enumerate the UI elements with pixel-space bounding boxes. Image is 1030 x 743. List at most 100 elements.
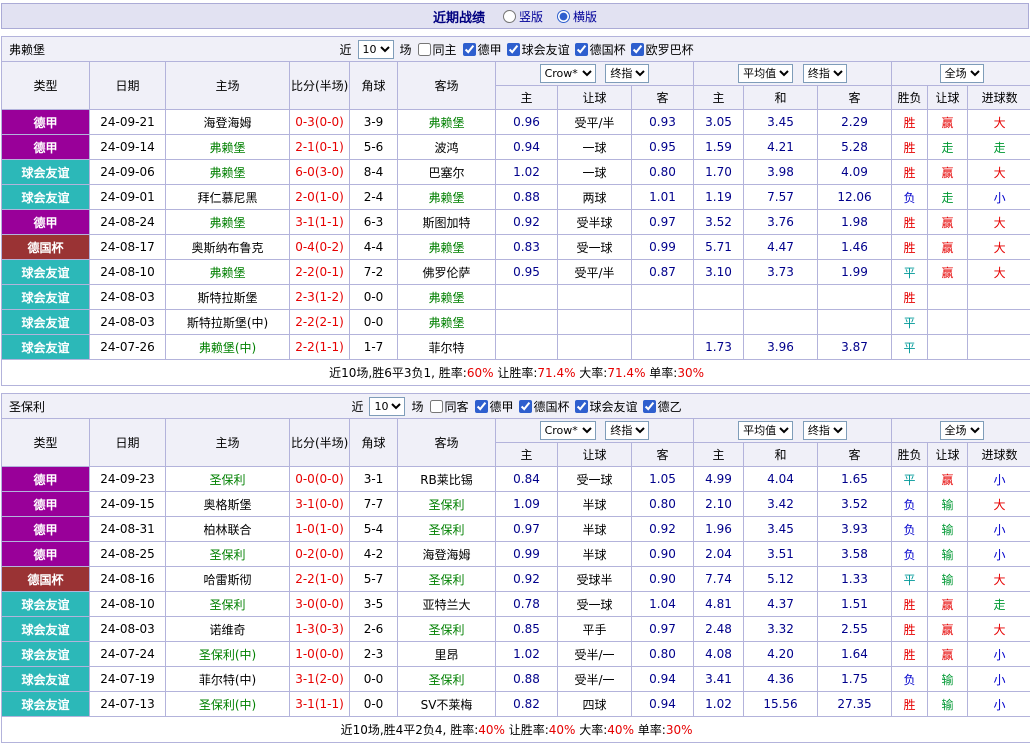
asian-home-odds: 0.99 [496,542,558,567]
home-team[interactable]: 圣保利 [166,467,290,492]
euro-source-select[interactable]: 平均值 [738,64,793,83]
home-team[interactable]: 海登海姆 [166,110,290,135]
league-filter-checkbox[interactable] [463,43,476,56]
away-team[interactable]: RB莱比锡 [398,467,496,492]
league-filter-checkbox[interactable] [631,43,644,56]
result-outcome: 平 [892,567,928,592]
asian-handicap: 平手 [558,617,632,642]
away-team[interactable]: 海登海姆 [398,542,496,567]
asian-stage-select[interactable]: 终指 [605,421,649,440]
home-team[interactable]: 圣保利 [166,592,290,617]
euro-away-odds [818,285,892,310]
home-team[interactable]: 斯特拉斯堡 [166,285,290,310]
summary-stat-value: 30% [666,723,693,737]
asian-handicap: 受球半 [558,567,632,592]
league-filter[interactable]: 德国杯 [519,398,570,415]
league-filter[interactable]: 球会友谊 [507,41,570,58]
home-team[interactable]: 弗赖堡 [166,260,290,285]
away-team[interactable]: 里昂 [398,642,496,667]
away-team[interactable]: 佛罗伦萨 [398,260,496,285]
away-team[interactable]: 圣保利 [398,567,496,592]
away-team[interactable]: 弗赖堡 [398,285,496,310]
bookmaker-select[interactable]: Crow* [540,64,596,83]
match-count-select[interactable]: 10 [358,40,394,59]
view-option-radio[interactable] [503,10,516,23]
home-team[interactable]: 奥格斯堡 [166,492,290,517]
corner-score: 5-6 [350,135,398,160]
col-header-asian-home: 主 [496,443,558,467]
view-option-radio[interactable] [557,10,570,23]
home-team[interactable]: 诺维奇 [166,617,290,642]
away-team[interactable]: 弗赖堡 [398,110,496,135]
asian-handicap: 半球 [558,517,632,542]
away-team[interactable]: 圣保利 [398,517,496,542]
summary-stat-label: 胜率: [450,723,478,737]
league-filter[interactable]: 德国杯 [575,41,626,58]
scope-select[interactable]: 全场 [940,64,984,83]
home-team[interactable]: 拜仁慕尼黑 [166,185,290,210]
asian-stage-select[interactable]: 终指 [605,64,649,83]
league-filter[interactable]: 德甲 [463,41,502,58]
home-team[interactable]: 圣保利(中) [166,692,290,717]
asian-handicap: 受一球 [558,467,632,492]
match-count-select[interactable]: 10 [369,397,405,416]
euro-stage-select[interactable]: 终指 [803,64,847,83]
home-team[interactable]: 弗赖堡 [166,210,290,235]
away-team[interactable]: 圣保利 [398,492,496,517]
same-venue-filter[interactable]: 同主 [418,41,457,58]
same-venue-filter[interactable]: 同客 [430,398,469,415]
euro-source-select[interactable]: 平均值 [738,421,793,440]
league-filter-checkbox[interactable] [475,400,488,413]
home-team[interactable]: 哈雷斯彻 [166,567,290,592]
league-filter-label: 德甲 [490,398,514,415]
league-filter[interactable]: 德甲 [475,398,514,415]
euro-stage-select[interactable]: 终指 [803,421,847,440]
score: 1-0(0-0) [290,642,350,667]
scope-select[interactable]: 全场 [940,421,984,440]
league-filter[interactable]: 球会友谊 [575,398,638,415]
away-team[interactable]: 菲尔特 [398,335,496,360]
asian-away-odds [632,310,694,335]
away-team[interactable]: 弗赖堡 [398,310,496,335]
home-team[interactable]: 奥斯纳布鲁克 [166,235,290,260]
away-team[interactable]: 弗赖堡 [398,185,496,210]
same-venue-checkbox[interactable] [418,43,431,56]
asian-away-odds: 0.99 [632,235,694,260]
home-team[interactable]: 圣保利 [166,542,290,567]
league-filter-checkbox[interactable] [575,400,588,413]
corner-score: 4-2 [350,542,398,567]
corner-score: 0-0 [350,285,398,310]
away-team[interactable]: 亚特兰大 [398,592,496,617]
home-team[interactable]: 圣保利(中) [166,642,290,667]
away-team[interactable]: 巴塞尔 [398,160,496,185]
league-filter-checkbox[interactable] [507,43,520,56]
view-option[interactable]: 竖版 [503,8,543,25]
league-filter-checkbox[interactable] [643,400,656,413]
home-team[interactable]: 弗赖堡 [166,135,290,160]
euro-away-odds: 5.28 [818,135,892,160]
league-filter-checkbox[interactable] [575,43,588,56]
same-venue-checkbox[interactable] [430,400,443,413]
result-outcome: 负 [892,185,928,210]
view-option[interactable]: 横版 [557,8,597,25]
away-team[interactable]: 圣保利 [398,667,496,692]
away-team[interactable]: 圣保利 [398,617,496,642]
home-team[interactable]: 弗赖堡 [166,160,290,185]
away-team[interactable]: 斯图加特 [398,210,496,235]
home-team[interactable]: 弗赖堡(中) [166,335,290,360]
home-team[interactable]: 菲尔特(中) [166,667,290,692]
away-team[interactable]: 波鸿 [398,135,496,160]
league-filter-checkbox[interactable] [519,400,532,413]
away-team[interactable]: SV不莱梅 [398,692,496,717]
league-filter[interactable]: 欧罗巴杯 [631,41,694,58]
result-goals [968,310,1030,335]
col-header-asian-home: 主 [496,86,558,110]
corner-score: 3-5 [350,592,398,617]
home-team[interactable]: 柏林联合 [166,517,290,542]
league-filter[interactable]: 德乙 [643,398,682,415]
home-team[interactable]: 斯特拉斯堡(中) [166,310,290,335]
score: 2-2(1-0) [290,567,350,592]
away-team[interactable]: 弗赖堡 [398,235,496,260]
bookmaker-select[interactable]: Crow* [540,421,596,440]
result-scope-selector: 全场 [892,62,1030,86]
